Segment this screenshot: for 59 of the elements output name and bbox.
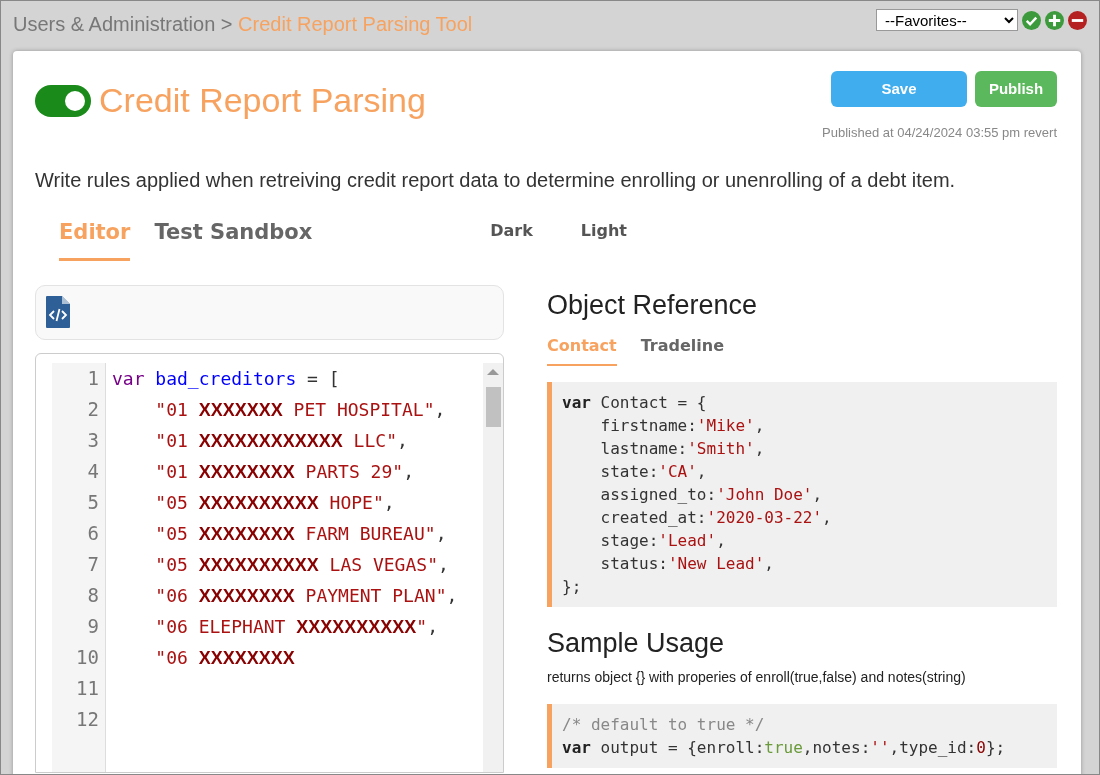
section-title: Object Reference	[547, 289, 759, 322]
code-line: created_at:'2020-03-22',	[599, 506, 833, 529]
code-line: assigned_to:'John Doe',	[599, 483, 824, 506]
tab[interactable]: Editor	[59, 210, 131, 261]
line-number: 8	[86, 583, 100, 608]
scrollbar[interactable]	[483, 363, 503, 772]
code-file-icon[interactable]	[46, 296, 70, 328]
line-number: 6	[86, 521, 100, 546]
line-number: 1	[86, 366, 100, 391]
code-line: lastname:'Smith',	[599, 437, 766, 460]
tab[interactable]: Contact	[547, 333, 617, 366]
line-number: 4	[86, 459, 100, 484]
description-text: Write rules applied when retreiving credit report data to determine enrolling or unenrolling of a debt item.	[35, 167, 957, 193]
add-icon[interactable]	[1045, 10, 1064, 30]
revert-link[interactable]: revert	[1023, 125, 1057, 140]
code-line: var bad_creditors = [	[111, 367, 341, 391]
line-number: 12	[75, 707, 100, 732]
line-number: 5	[86, 490, 100, 515]
code-line: "01 XXXXXXXX PARTS 29",	[154, 460, 415, 484]
save-button[interactable]: Save	[831, 71, 967, 107]
confirm-icon[interactable]	[1022, 10, 1041, 30]
code-line: };	[562, 575, 583, 598]
code-line: "01 XXXXXXX PET HOSPITAL",	[154, 398, 447, 422]
theme-option[interactable]: Dark	[490, 218, 533, 243]
section-title: Sample Usage	[547, 626, 726, 660]
code-line: "06 XXXXXXXX PAYMENT PLAN",	[154, 584, 459, 608]
line-number: 7	[86, 552, 100, 577]
code-line: /* default to true */	[562, 714, 766, 736]
publish-button[interactable]: Publish	[975, 71, 1057, 107]
code-line: "06 XXXXXXXX	[154, 646, 296, 670]
usage-text: returns object {} with properies of enroll(true,false) and notes(string)	[547, 668, 967, 687]
published-text: Published at 04/24/2024 03:55 pm	[822, 125, 1021, 140]
toggle-switch[interactable]	[35, 84, 91, 117]
code-line: "01 XXXXXXXXXXXX LLC",	[154, 429, 409, 453]
code-line: stage:'Lead',	[599, 529, 727, 552]
code-line: "06 ELEPHANT XXXXXXXXXX",	[154, 615, 439, 639]
code-line: var output = {enroll:true,notes:'',type_id:0};	[562, 737, 1007, 759]
line-number: 11	[75, 676, 100, 701]
line-number: 3	[86, 428, 100, 453]
code-line: "05 XXXXXXXXXX HOPE",	[154, 491, 396, 515]
code-line: "05 XXXXXXXX FARM BUREAU",	[154, 522, 448, 546]
page-title: Credit Report Parsing	[99, 80, 426, 121]
code-line: "05 XXXXXXXXXX LAS VEGAS",	[154, 553, 450, 577]
code-line: state:'CA',	[599, 460, 708, 483]
line-number: 9	[86, 614, 100, 639]
theme-option[interactable]: Light	[580, 218, 627, 243]
code-editor[interactable]	[35, 353, 504, 773]
breadcrumb-separator: >	[220, 13, 233, 35]
line-number: 2	[86, 397, 100, 422]
remove-icon[interactable]	[1068, 10, 1087, 30]
code-line: firstname:'Mike',	[599, 414, 766, 437]
code-line: var Contact = {	[562, 391, 708, 414]
breadcrumb-link[interactable]: Users & Administration	[13, 13, 216, 35]
code-line: status:'New Lead',	[599, 552, 775, 575]
tab[interactable]: Tradeline	[640, 333, 725, 366]
line-number: 10	[75, 645, 100, 670]
favorites-dropdown[interactable]: --Favorites--	[876, 9, 1018, 31]
breadcrumb-current: Credit Report Parsing Tool	[238, 13, 473, 35]
tab[interactable]: Test Sandbox	[154, 210, 313, 261]
